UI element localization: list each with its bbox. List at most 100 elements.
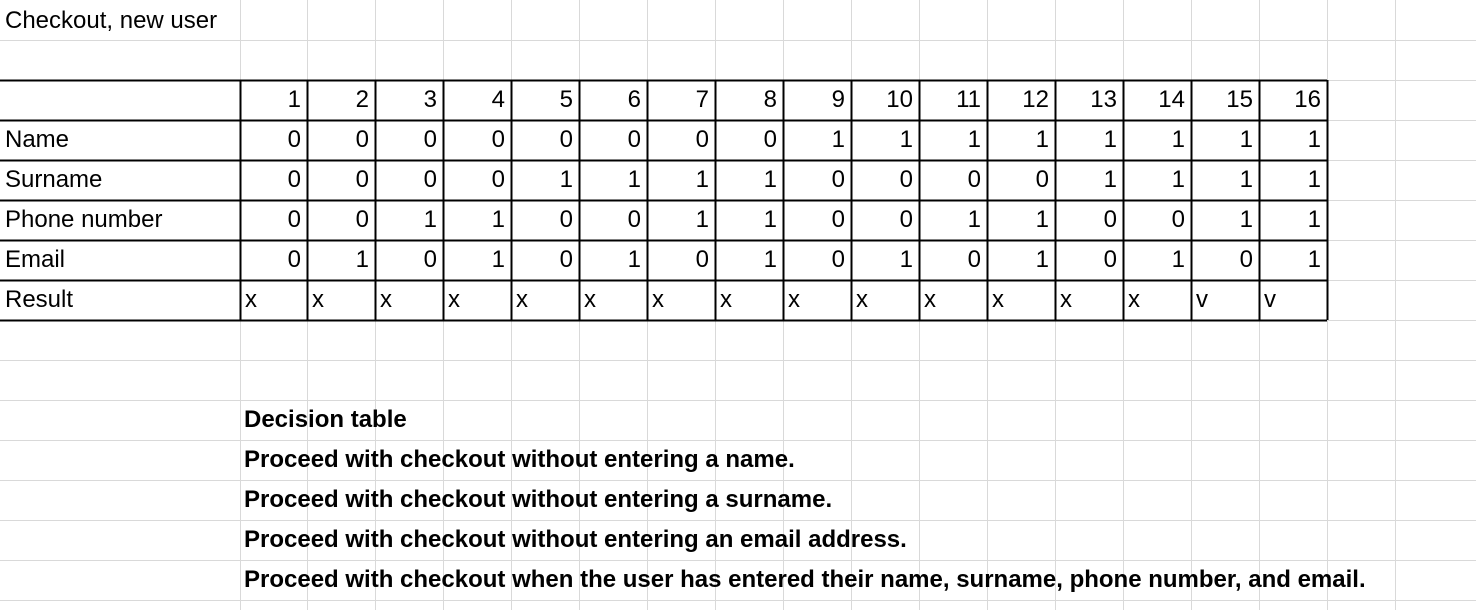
sheet-title[interactable]: Checkout, new user bbox=[5, 0, 217, 40]
condition-value[interactable]: 1 bbox=[579, 160, 647, 200]
result-value[interactable]: x bbox=[919, 280, 987, 320]
condition-value[interactable]: 0 bbox=[307, 160, 375, 200]
result-value[interactable]: x bbox=[851, 280, 919, 320]
condition-value[interactable]: 1 bbox=[579, 240, 647, 280]
condition-value[interactable]: 0 bbox=[783, 240, 851, 280]
condition-value[interactable]: 1 bbox=[851, 120, 919, 160]
result-value[interactable]: v bbox=[1191, 280, 1259, 320]
condition-value[interactable]: 1 bbox=[1191, 120, 1259, 160]
condition-value[interactable]: 0 bbox=[375, 120, 443, 160]
column-header-9[interactable]: 9 bbox=[783, 80, 851, 120]
condition-value[interactable]: 1 bbox=[1259, 120, 1327, 160]
notes-heading[interactable]: Decision table bbox=[244, 400, 407, 440]
condition-value[interactable]: 0 bbox=[783, 200, 851, 240]
result-value[interactable]: x bbox=[511, 280, 579, 320]
condition-value[interactable]: 1 bbox=[511, 160, 579, 200]
column-header-1[interactable]: 1 bbox=[240, 80, 307, 120]
condition-value[interactable]: 0 bbox=[307, 200, 375, 240]
condition-value[interactable]: 1 bbox=[1259, 240, 1327, 280]
condition-value[interactable]: 1 bbox=[851, 240, 919, 280]
condition-value[interactable]: 1 bbox=[647, 160, 715, 200]
condition-value[interactable]: 0 bbox=[443, 120, 511, 160]
condition-value[interactable]: 0 bbox=[987, 160, 1055, 200]
condition-value[interactable]: 1 bbox=[307, 240, 375, 280]
column-header-2[interactable]: 2 bbox=[307, 80, 375, 120]
result-value[interactable]: x bbox=[987, 280, 1055, 320]
column-header-11[interactable]: 11 bbox=[919, 80, 987, 120]
condition-value[interactable]: 1 bbox=[1259, 160, 1327, 200]
condition-value[interactable]: 1 bbox=[1123, 160, 1191, 200]
result-value[interactable]: x bbox=[579, 280, 647, 320]
condition-value[interactable]: 1 bbox=[715, 200, 783, 240]
column-header-7[interactable]: 7 bbox=[647, 80, 715, 120]
column-header-15[interactable]: 15 bbox=[1191, 80, 1259, 120]
condition-value[interactable]: 0 bbox=[783, 160, 851, 200]
test-case-note[interactable]: Proceed with checkout without entering a… bbox=[244, 440, 795, 480]
condition-value[interactable]: 0 bbox=[1055, 200, 1123, 240]
condition-value[interactable]: 0 bbox=[851, 160, 919, 200]
condition-value[interactable]: 0 bbox=[375, 240, 443, 280]
condition-value[interactable]: 0 bbox=[375, 160, 443, 200]
result-value[interactable]: x bbox=[375, 280, 443, 320]
condition-value[interactable]: 0 bbox=[443, 160, 511, 200]
condition-value[interactable]: 1 bbox=[375, 200, 443, 240]
condition-value[interactable]: 1 bbox=[987, 120, 1055, 160]
row-label-email[interactable]: Email bbox=[5, 240, 245, 280]
condition-value[interactable]: 0 bbox=[647, 120, 715, 160]
test-case-note[interactable]: Proceed with checkout without entering a… bbox=[244, 480, 832, 520]
condition-value[interactable]: 0 bbox=[919, 160, 987, 200]
column-header-4[interactable]: 4 bbox=[443, 80, 511, 120]
condition-value[interactable]: 0 bbox=[1123, 200, 1191, 240]
condition-value[interactable]: 0 bbox=[240, 200, 307, 240]
condition-value[interactable]: 1 bbox=[1055, 160, 1123, 200]
column-header-14[interactable]: 14 bbox=[1123, 80, 1191, 120]
condition-value[interactable]: 1 bbox=[919, 200, 987, 240]
condition-value[interactable]: 1 bbox=[919, 120, 987, 160]
column-header-16[interactable]: 16 bbox=[1259, 80, 1327, 120]
column-header-3[interactable]: 3 bbox=[375, 80, 443, 120]
condition-value[interactable]: 1 bbox=[1191, 160, 1259, 200]
condition-value[interactable]: 1 bbox=[1055, 120, 1123, 160]
condition-value[interactable]: 0 bbox=[715, 120, 783, 160]
condition-value[interactable]: 1 bbox=[987, 200, 1055, 240]
condition-value[interactable]: 1 bbox=[1259, 200, 1327, 240]
row-label-phone-number[interactable]: Phone number bbox=[5, 200, 245, 240]
condition-value[interactable]: 0 bbox=[579, 120, 647, 160]
condition-value[interactable]: 0 bbox=[851, 200, 919, 240]
condition-value[interactable]: 1 bbox=[443, 200, 511, 240]
condition-value[interactable]: 1 bbox=[443, 240, 511, 280]
condition-value[interactable]: 0 bbox=[1191, 240, 1259, 280]
row-label-result[interactable]: Result bbox=[5, 280, 245, 320]
result-value[interactable]: x bbox=[647, 280, 715, 320]
condition-value[interactable]: 0 bbox=[240, 120, 307, 160]
column-header-12[interactable]: 12 bbox=[987, 80, 1055, 120]
condition-value[interactable]: 1 bbox=[1123, 120, 1191, 160]
condition-value[interactable]: 0 bbox=[579, 200, 647, 240]
result-value[interactable]: x bbox=[1055, 280, 1123, 320]
condition-value[interactable]: 0 bbox=[511, 200, 579, 240]
result-value[interactable]: x bbox=[783, 280, 851, 320]
condition-value[interactable]: 1 bbox=[1123, 240, 1191, 280]
condition-value[interactable]: 0 bbox=[307, 120, 375, 160]
condition-value[interactable]: 0 bbox=[1055, 240, 1123, 280]
column-header-8[interactable]: 8 bbox=[715, 80, 783, 120]
condition-value[interactable]: 1 bbox=[1191, 200, 1259, 240]
condition-value[interactable]: 0 bbox=[511, 120, 579, 160]
result-value[interactable]: x bbox=[443, 280, 511, 320]
test-case-note[interactable]: Proceed with checkout without entering a… bbox=[244, 520, 907, 560]
condition-value[interactable]: 1 bbox=[783, 120, 851, 160]
condition-value[interactable]: 0 bbox=[919, 240, 987, 280]
column-header-10[interactable]: 10 bbox=[851, 80, 919, 120]
condition-value[interactable]: 1 bbox=[715, 160, 783, 200]
condition-value[interactable]: 1 bbox=[647, 200, 715, 240]
column-header-13[interactable]: 13 bbox=[1055, 80, 1123, 120]
condition-value[interactable]: 0 bbox=[511, 240, 579, 280]
result-value[interactable]: x bbox=[240, 280, 307, 320]
row-label-surname[interactable]: Surname bbox=[5, 160, 245, 200]
condition-value[interactable]: 1 bbox=[715, 240, 783, 280]
result-value[interactable]: x bbox=[307, 280, 375, 320]
row-label-name[interactable]: Name bbox=[5, 120, 245, 160]
condition-value[interactable]: 0 bbox=[647, 240, 715, 280]
condition-value[interactable]: 0 bbox=[240, 240, 307, 280]
result-value[interactable]: x bbox=[715, 280, 783, 320]
